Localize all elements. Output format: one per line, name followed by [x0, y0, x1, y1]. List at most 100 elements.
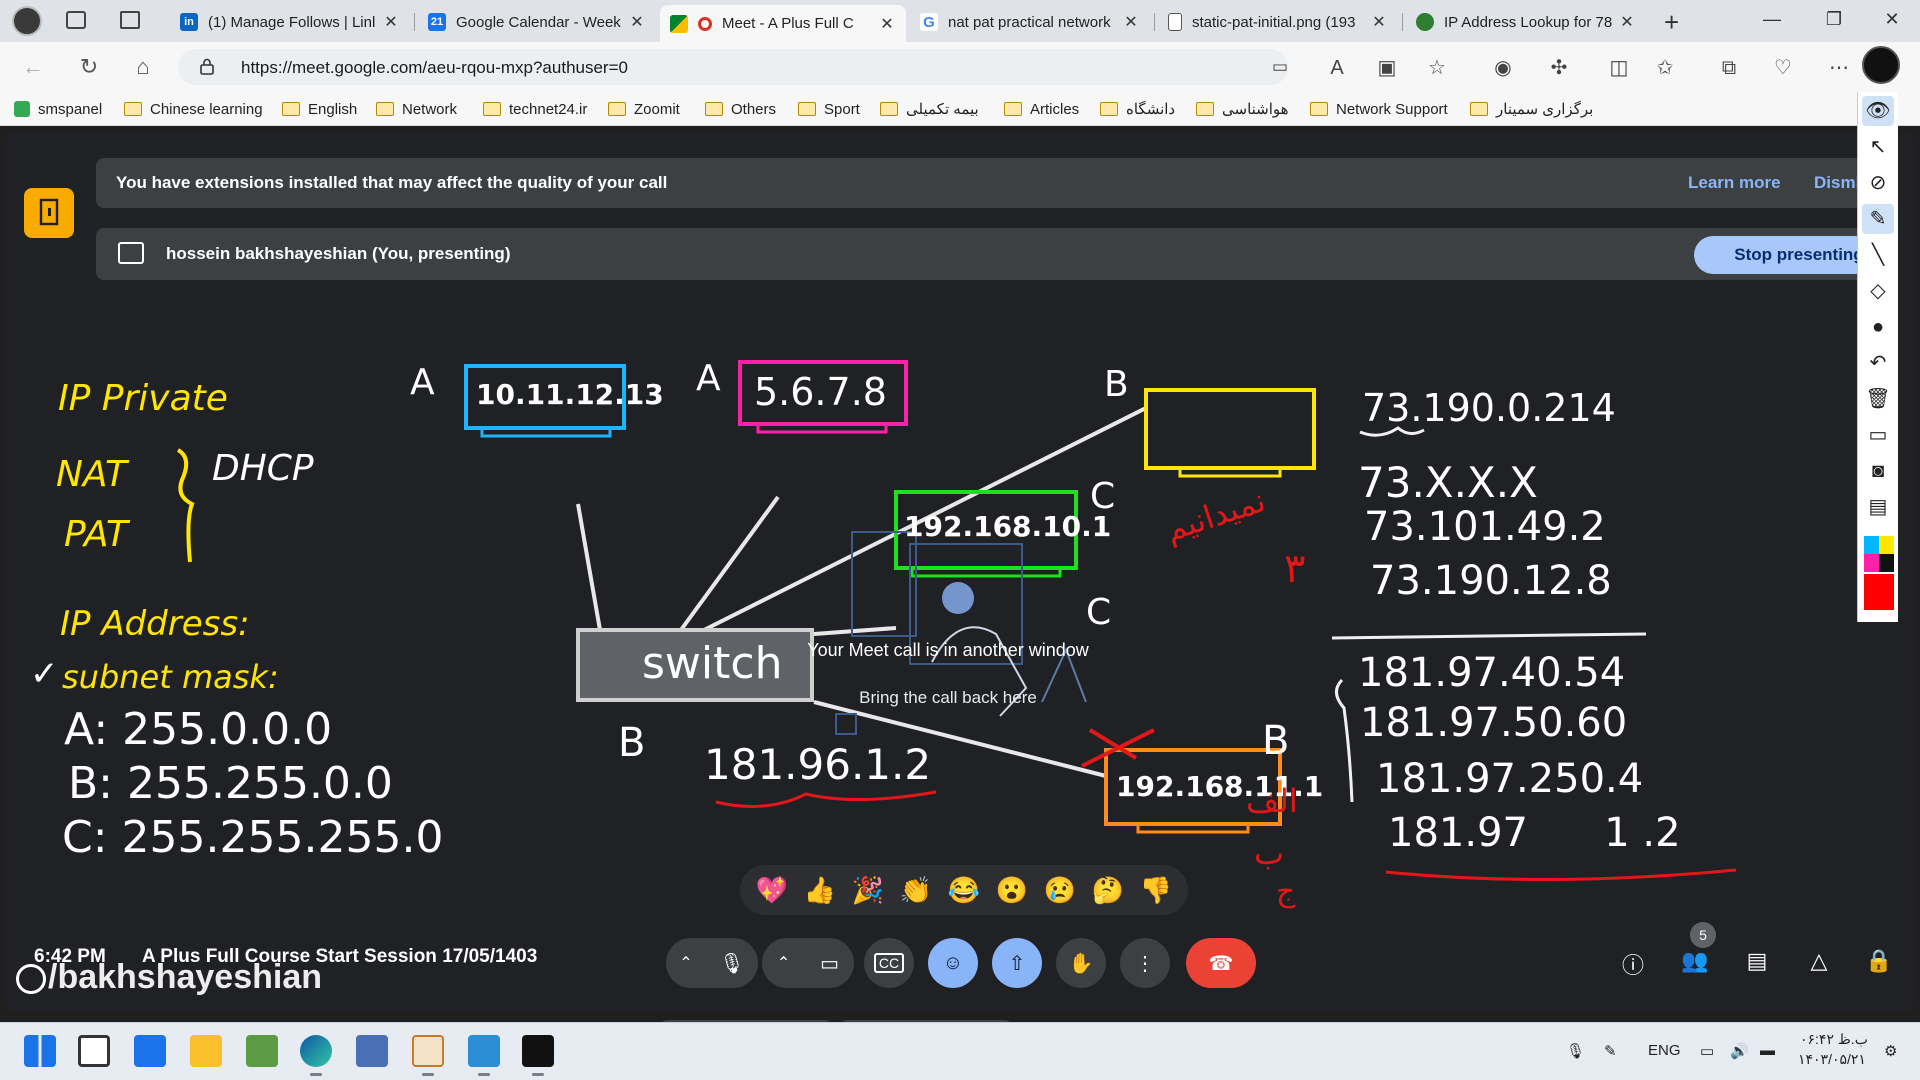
zoomit-icon[interactable]	[1862, 46, 1900, 84]
close-icon[interactable]: ✕	[878, 14, 896, 34]
windows-start-icon[interactable]	[24, 1035, 56, 1067]
present-button[interactable]: ⇧	[992, 938, 1042, 988]
people-icon[interactable]: 👥	[1678, 948, 1712, 978]
edge-icon[interactable]	[300, 1035, 332, 1067]
close-icon[interactable]: ✕	[1370, 12, 1388, 32]
reaction-surprised[interactable]: 😮	[996, 877, 1028, 903]
bookmark-university[interactable]: دانشگاه	[1100, 98, 1175, 120]
line-icon[interactable]: ╲	[1862, 240, 1894, 270]
stop-presenting-button[interactable]: Stop presenting	[1694, 236, 1874, 274]
back-button[interactable]: ←	[18, 53, 48, 81]
eye-icon[interactable]: 👁	[1862, 96, 1894, 126]
close-icon[interactable]: ✕	[628, 12, 646, 32]
clipboard-icon[interactable]: ▤	[1862, 492, 1894, 522]
reaction-heart[interactable]: 💖	[756, 877, 788, 903]
tray-date[interactable]: ۱۴۰۳/۰۵/۲۱	[1798, 1051, 1866, 1068]
more-menu-icon[interactable]: ⋯	[1826, 55, 1852, 81]
address-bar[interactable]: https://meet.google.com/aeu-rqou-mxp?aut…	[178, 49, 1288, 85]
extension-globe-icon[interactable]: ◉	[1490, 55, 1516, 81]
tray-mic-icon[interactable]: 🎙	[1566, 1042, 1585, 1060]
tray-pen-icon[interactable]: ✎	[1604, 1042, 1617, 1060]
host-controls-icon[interactable]: 🔒	[1862, 948, 1896, 978]
trash-icon[interactable]: 🗑	[1862, 384, 1894, 414]
highlighter-icon[interactable]: ◇	[1862, 276, 1894, 306]
profile-avatar[interactable]	[12, 6, 42, 36]
collections-icon[interactable]: ⧉	[1716, 55, 1742, 81]
widgets-icon[interactable]	[134, 1035, 166, 1067]
extensions-puzzle-icon[interactable]: ✣	[1546, 55, 1572, 81]
undo-icon[interactable]: ↶	[1862, 348, 1894, 378]
camera-permission-icon[interactable]: ▭	[1272, 57, 1288, 77]
reaction-laugh[interactable]: 😂	[948, 877, 980, 903]
close-icon[interactable]: ✕	[382, 12, 400, 32]
camera-snapshot-icon[interactable]: ◙	[1862, 456, 1894, 486]
remote-desktop-icon[interactable]	[468, 1035, 500, 1067]
screen-share-icon[interactable]: ▣	[1374, 55, 1400, 81]
bookmark-others[interactable]: Others	[705, 98, 776, 120]
activities-icon[interactable]: △	[1802, 948, 1836, 978]
learn-more-link[interactable]: Learn more	[1688, 173, 1781, 193]
workspaces-icon[interactable]	[66, 11, 86, 29]
home-button[interactable]: ⌂	[128, 53, 158, 81]
tray-time[interactable]: ۰۶:۴۲ ب.ظ	[1800, 1031, 1868, 1048]
refresh-button[interactable]: ↻	[74, 53, 104, 81]
dismiss-link[interactable]: Dismi	[1814, 173, 1860, 193]
minimize-button[interactable]: —	[1752, 9, 1792, 30]
exit-door-icon[interactable]	[24, 188, 74, 238]
new-tab-button[interactable]: +	[1664, 7, 1679, 38]
terminal-icon[interactable]	[522, 1035, 554, 1067]
no-pointer-icon[interactable]: ⊘	[1862, 168, 1894, 198]
emoji-button[interactable]: ☺	[928, 938, 978, 988]
tab-meet[interactable]: Meet - A Plus Full C ✕	[660, 5, 906, 42]
tray-volume-icon[interactable]: 🔊	[1730, 1042, 1749, 1060]
reaction-thumbs-up[interactable]: 👍	[804, 877, 836, 903]
leave-call-button[interactable]: ☎	[1186, 938, 1256, 988]
bring-call-back-link[interactable]: Bring the call back here	[6, 688, 1902, 708]
selected-color-red[interactable]	[1864, 574, 1894, 610]
file-explorer-icon[interactable]	[190, 1035, 222, 1067]
pointer-icon[interactable]: ↖	[1862, 132, 1894, 162]
favorite-star-icon[interactable]: ☆	[1424, 55, 1450, 81]
network-app-icon[interactable]	[356, 1035, 388, 1067]
whiteboard-icon[interactable]: ▭	[1862, 420, 1894, 450]
paint-icon[interactable]	[412, 1035, 444, 1067]
tray-display-icon[interactable]: ▭	[1700, 1042, 1714, 1060]
maximize-button[interactable]: ❐	[1814, 9, 1854, 30]
bookmark-sport[interactable]: Sport	[798, 98, 860, 120]
read-aloud-icon[interactable]: A	[1324, 55, 1350, 81]
captions-button[interactable]: CC	[864, 938, 914, 988]
tray-language[interactable]: ENG	[1648, 1042, 1681, 1059]
tab-ip-lookup[interactable]: IP Address Lookup for 78 ✕	[1406, 5, 1646, 39]
bookmark-technet24[interactable]: technet24.ir	[483, 98, 587, 120]
dot-icon[interactable]: ●	[1862, 312, 1894, 342]
close-icon[interactable]: ✕	[1122, 12, 1140, 32]
tab-actions-icon[interactable]	[120, 11, 140, 29]
reaction-thinking[interactable]: 🤔	[1092, 877, 1124, 903]
window-close-button[interactable]: ✕	[1872, 9, 1912, 30]
tab-google-search[interactable]: G nat pat practical network ✕	[910, 5, 1150, 39]
bookmark-seminar[interactable]: برگزاری سمینار	[1470, 98, 1593, 120]
tab-linkedin[interactable]: in (1) Manage Follows | Linl ✕	[170, 5, 410, 39]
color-palette-2[interactable]	[1864, 554, 1894, 572]
reaction-thumbs-down[interactable]: 👎	[1140, 877, 1172, 903]
close-icon[interactable]: ✕	[1618, 12, 1636, 32]
task-view-icon[interactable]	[78, 1035, 110, 1067]
reaction-clap[interactable]: 👏	[900, 877, 932, 903]
reaction-sad[interactable]: 😢	[1044, 877, 1076, 903]
bookmark-english[interactable]: English	[282, 98, 357, 120]
bookmark-weather[interactable]: هواشناسی	[1196, 98, 1289, 120]
reaction-party[interactable]: 🎉	[852, 877, 884, 903]
tab-google-calendar[interactable]: 21 Google Calendar - Week ✕	[418, 5, 656, 39]
bookmark-articles[interactable]: Articles	[1004, 98, 1079, 120]
bookmark-smspanel[interactable]: smspanel	[14, 98, 102, 120]
bookmark-zoomit[interactable]: Zoomit	[608, 98, 680, 120]
chat-icon[interactable]: ▤	[1740, 948, 1774, 978]
tray-battery-icon[interactable]: ▬	[1760, 1042, 1775, 1059]
raise-hand-button[interactable]: ✋	[1056, 938, 1106, 988]
favorites-icon[interactable]: ✩	[1652, 55, 1678, 81]
notification-icon[interactable]: ⚙	[1884, 1042, 1897, 1060]
meeting-info-icon[interactable]: ⓘ	[1616, 948, 1650, 978]
audio-options-button[interactable]: ⌃ 🎙	[666, 938, 758, 988]
video-options-button[interactable]: ⌃ ▭	[762, 938, 854, 988]
bookmark-chinese-learning[interactable]: Chinese learning	[124, 98, 263, 120]
